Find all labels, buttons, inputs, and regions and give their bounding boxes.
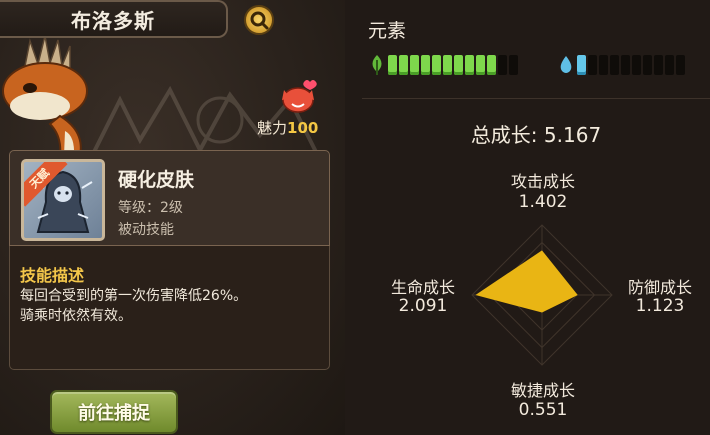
go-capture-button[interactable]: 前往捕捉 — [50, 390, 178, 434]
element-segment — [588, 55, 597, 75]
growth-radar-chart — [471, 224, 613, 366]
element-segment — [465, 55, 474, 75]
charm-value: 100 — [287, 119, 319, 137]
water-drop-icon — [560, 56, 572, 73]
element-segment — [643, 55, 652, 75]
element-segment — [610, 55, 619, 75]
element-segment — [410, 55, 419, 75]
element-segment — [454, 55, 463, 75]
element-segment — [621, 55, 630, 75]
element-segment — [599, 55, 608, 75]
attack-growth-value: 1.402 — [518, 192, 568, 212]
search-button[interactable] — [244, 5, 274, 35]
description-line-2: 骑乘时依然有效。 — [20, 308, 132, 324]
elements-title: 元素 — [368, 20, 407, 42]
creature-name-bar: 布洛多斯 — [0, 0, 228, 38]
charm-label: 魅力100 — [257, 117, 318, 138]
element-segment — [443, 55, 452, 75]
skill-type: 被动技能 — [118, 222, 174, 238]
skill-name: 硬化皮肤 — [118, 169, 195, 191]
skill-icon: 天赋 — [21, 159, 105, 241]
element-segment — [632, 55, 641, 75]
creature-name: 布洛多斯 — [71, 8, 155, 33]
element-segment — [498, 55, 507, 75]
creature-panel: 魅力100 天赋 硬化皮肤 等级：2级 被动技能 技能描述 每回合受到的第一次伤… — [0, 0, 345, 435]
leaf-icon — [372, 55, 382, 75]
hp-growth-label: 生命成长 — [390, 278, 455, 297]
radar-value-shape — [475, 250, 578, 313]
element-segment — [487, 55, 496, 75]
nature-element-bar — [368, 54, 518, 76]
search-icon — [250, 11, 269, 30]
total-growth: 总成长: 5.167 — [470, 123, 602, 147]
charm-icon — [282, 80, 317, 113]
go-capture-label: 前往捕捉 — [78, 403, 150, 424]
defense-growth-value: 1.123 — [635, 296, 685, 316]
section-divider — [362, 98, 710, 99]
element-segment — [654, 55, 663, 75]
hp-growth-value: 2.091 — [398, 296, 448, 316]
skill-level: 等级：2级 — [118, 200, 183, 216]
description-line-1: 每回合受到的第一次伤害降低26%。 — [20, 288, 248, 304]
element-segment — [665, 55, 674, 75]
charm-label-text: 魅力 — [257, 119, 288, 137]
element-segment — [476, 55, 485, 75]
element-segment — [676, 55, 685, 75]
agility-growth-label: 敏捷成长 — [510, 381, 575, 400]
description-text: 每回合受到的第一次伤害降低26%。 骑乘时依然有效。 — [20, 286, 320, 326]
water-element-bar — [557, 54, 685, 76]
agility-growth-value: 0.551 — [518, 400, 568, 420]
defense-growth-label: 防御成长 — [627, 278, 692, 297]
element-segment — [432, 55, 441, 75]
element-segment — [421, 55, 430, 75]
element-segment — [509, 55, 518, 75]
creature-illustration — [2, 36, 88, 156]
skill-card[interactable]: 天赋 硬化皮肤 等级：2级 被动技能 — [9, 150, 330, 246]
element-segment — [388, 55, 397, 75]
description-title: 技能描述 — [20, 266, 85, 285]
element-segment — [577, 55, 586, 75]
attack-growth-label: 攻击成长 — [510, 172, 575, 191]
element-segment — [399, 55, 408, 75]
